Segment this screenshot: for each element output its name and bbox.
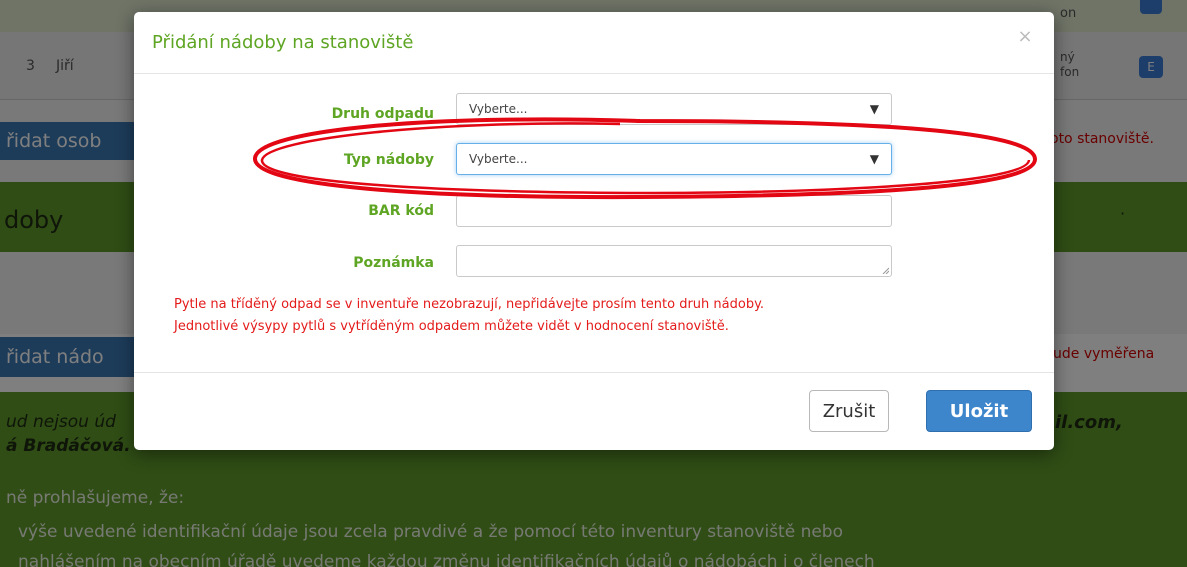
waste-type-select[interactable]: Vyberte... ▼ (456, 93, 892, 125)
barcode-label: BAR kód (368, 203, 434, 219)
modal-footer (134, 372, 1054, 450)
waste-type-label: Druh odpadu (331, 106, 434, 122)
warning-line: Jednotlivé výsypy pytlů s vytříděným odp… (174, 319, 729, 334)
close-icon[interactable]: × (1014, 26, 1036, 48)
bin-type-value: Vyberte... (469, 152, 528, 166)
add-bin-modal: Přidání nádoby na stanoviště × Druh odpa… (134, 12, 1054, 450)
resize-grip-icon[interactable] (881, 266, 889, 274)
chevron-down-icon: ▼ (869, 152, 879, 166)
save-button[interactable]: Uložit (926, 390, 1032, 432)
modal-header: Přidání nádoby na stanoviště × (134, 12, 1054, 74)
bin-type-select[interactable]: Vyberte... ▼ (456, 143, 892, 175)
note-textarea[interactable] (456, 245, 892, 277)
note-label: Poznámka (353, 255, 434, 271)
waste-type-value: Vyberte... (469, 102, 528, 116)
warning-line: Pytle na tříděný odpad se v inventuře ne… (174, 297, 765, 312)
bin-type-label: Typ nádoby (343, 152, 434, 168)
modal-title: Přidání nádoby na stanoviště (152, 32, 414, 53)
chevron-down-icon: ▼ (869, 102, 879, 116)
barcode-input[interactable] (456, 195, 892, 227)
cancel-button[interactable]: Zrušit (809, 390, 889, 432)
warning-message: Pytle na tříděný odpad se v inventuře ne… (174, 294, 764, 338)
